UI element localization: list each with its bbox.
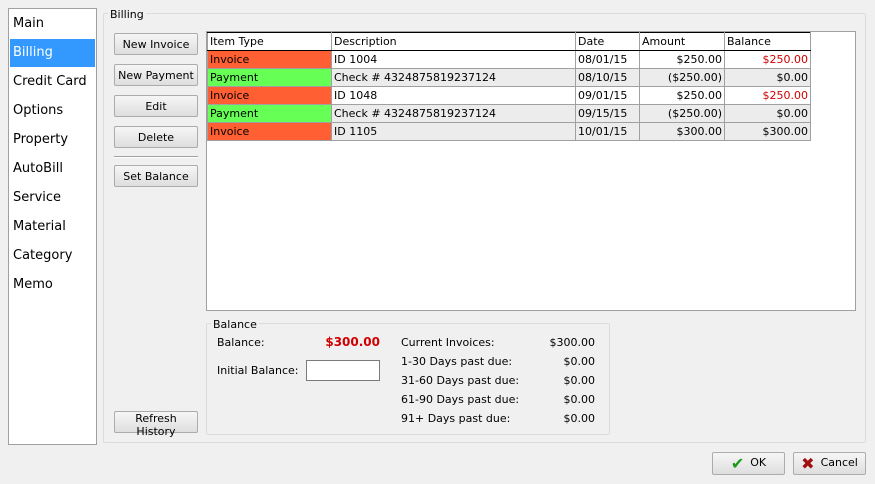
- ok-button[interactable]: ✔ OK: [712, 452, 785, 475]
- cell-date: 08/10/15: [575, 68, 640, 87]
- cell-description: ID 1004: [331, 50, 576, 69]
- aging-value-current: $300.00: [549, 336, 596, 349]
- close-icon: ✖: [801, 453, 815, 473]
- cell-item-type: Invoice: [207, 122, 332, 141]
- cell-amount: $300.00: [639, 122, 725, 141]
- aging-label-31-60: 31-60 Days past due:: [401, 374, 520, 387]
- billing-group-title: Billing: [108, 8, 146, 21]
- column-header-description[interactable]: Description: [331, 32, 576, 51]
- sidebar-item-billing[interactable]: Billing: [10, 39, 95, 67]
- sidebar-item-memo[interactable]: Memo: [10, 271, 95, 299]
- cell-balance: $0.00: [724, 68, 811, 87]
- cell-description: ID 1105: [331, 122, 576, 141]
- table-row[interactable]: Payment Check # 4324875819237124 08/10/1…: [207, 68, 811, 87]
- button-separator: [114, 156, 198, 158]
- cell-balance: $250.00: [724, 86, 811, 105]
- table-header-row: Item Type Description Date Amount Balanc…: [207, 32, 811, 51]
- aging-value-1-30: $0.00: [563, 355, 596, 368]
- cell-date: 09/01/15: [575, 86, 640, 105]
- cell-balance: $250.00: [724, 50, 811, 69]
- sidebar-item-material[interactable]: Material: [10, 213, 95, 241]
- cancel-button[interactable]: ✖ Cancel: [793, 452, 866, 475]
- aging-value-61-90: $0.00: [563, 393, 596, 406]
- cell-amount: ($250.00): [639, 104, 725, 123]
- ok-label: OK: [750, 455, 767, 469]
- column-header-item-type[interactable]: Item Type: [207, 32, 332, 51]
- aging-value-31-60: $0.00: [563, 374, 596, 387]
- cell-amount: $250.00: [639, 86, 725, 105]
- billing-history-table: Item Type Description Date Amount Balanc…: [207, 32, 811, 141]
- cell-date: 10/01/15: [575, 122, 640, 141]
- cancel-label: Cancel: [820, 455, 858, 469]
- initial-balance-input[interactable]: [306, 360, 380, 381]
- balance-label: Balance:: [217, 336, 265, 349]
- checkmark-icon: ✔: [730, 453, 745, 473]
- cell-item-type: Payment: [207, 68, 332, 87]
- cell-amount: $250.00: [639, 50, 725, 69]
- column-header-amount[interactable]: Amount: [639, 32, 725, 51]
- table-row[interactable]: Invoice ID 1004 08/01/15 $250.00 $250.00: [207, 50, 811, 69]
- table-row[interactable]: Invoice ID 1105 10/01/15 $300.00 $300.00: [207, 122, 811, 141]
- cell-amount: ($250.00): [639, 68, 725, 87]
- balance-group-title: Balance: [211, 318, 259, 331]
- refresh-history-button[interactable]: Refresh History: [114, 411, 198, 438]
- new-invoice-button[interactable]: New Invoice: [114, 33, 198, 55]
- cell-description: Check # 4324875819237124: [331, 68, 576, 87]
- aging-label-91-plus: 91+ Days past due:: [401, 412, 511, 425]
- sidebar-item-property[interactable]: Property: [10, 126, 95, 154]
- aging-value-91-plus: $0.00: [563, 412, 596, 425]
- set-balance-button[interactable]: Set Balance: [114, 165, 198, 187]
- delete-button[interactable]: Delete: [114, 126, 198, 148]
- table-row[interactable]: Invoice ID 1048 09/01/15 $250.00 $250.00: [207, 86, 811, 105]
- column-header-date[interactable]: Date: [575, 32, 640, 51]
- sidebar-nav: Main Billing Credit Card Options Propert…: [8, 8, 97, 445]
- cell-date: 09/15/15: [575, 104, 640, 123]
- column-header-balance[interactable]: Balance: [724, 32, 811, 51]
- aging-label-61-90: 61-90 Days past due:: [401, 393, 520, 406]
- cell-item-type: Invoice: [207, 86, 332, 105]
- edit-button[interactable]: Edit: [114, 95, 198, 117]
- sidebar-item-category[interactable]: Category: [10, 242, 95, 270]
- cell-balance: $300.00: [724, 122, 811, 141]
- billing-history-grid[interactable]: Item Type Description Date Amount Balanc…: [206, 31, 856, 311]
- aging-label-1-30: 1-30 Days past due:: [401, 355, 513, 368]
- balance-value: $300.00: [325, 335, 380, 349]
- sidebar-item-service[interactable]: Service: [10, 184, 95, 212]
- sidebar-item-main[interactable]: Main: [10, 10, 95, 38]
- cell-item-type: Payment: [207, 104, 332, 123]
- sidebar-item-autobill[interactable]: AutoBill: [10, 155, 95, 183]
- cell-description: ID 1048: [331, 86, 576, 105]
- cell-description: Check # 4324875819237124: [331, 104, 576, 123]
- cell-item-type: Invoice: [207, 50, 332, 69]
- table-row[interactable]: Payment Check # 4324875819237124 09/15/1…: [207, 104, 811, 123]
- new-payment-button[interactable]: New Payment: [114, 64, 198, 86]
- cell-date: 08/01/15: [575, 50, 640, 69]
- initial-balance-label: Initial Balance:: [217, 364, 299, 377]
- sidebar-item-options[interactable]: Options: [10, 97, 95, 125]
- cell-balance: $0.00: [724, 104, 811, 123]
- sidebar-item-credit-card[interactable]: Credit Card: [10, 68, 95, 96]
- aging-label-current: Current Invoices:: [401, 336, 495, 349]
